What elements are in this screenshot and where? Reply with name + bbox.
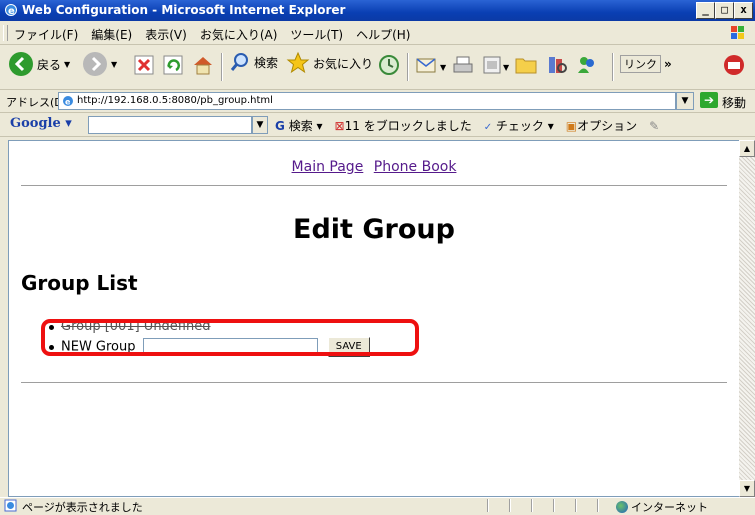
menu-view[interactable]: 表示(V) xyxy=(145,26,187,43)
back-dropdown-icon[interactable]: ▼ xyxy=(64,60,70,69)
ie-logo-icon: e xyxy=(5,4,17,17)
spell-check-button[interactable]: ✓ チェック ▾ xyxy=(484,117,554,134)
address-input[interactable]: e http://192.168.0.5:8080/pb_group.html xyxy=(58,92,676,110)
menu-tools[interactable]: ツール(T) xyxy=(290,26,343,43)
status-bar: ページが表示されました インターネット xyxy=(0,497,755,514)
edit-page-icon[interactable] xyxy=(482,55,502,75)
svg-text:e: e xyxy=(65,98,71,107)
refresh-icon[interactable] xyxy=(163,55,183,75)
menu-help[interactable]: ヘルプ(H) xyxy=(356,26,410,43)
links-label: リンク xyxy=(620,55,661,73)
pencil-icon[interactable]: ✎ xyxy=(649,119,659,133)
toolbar-addon-icon[interactable] xyxy=(722,53,746,77)
internet-globe-icon xyxy=(616,501,628,513)
home-icon[interactable] xyxy=(192,54,214,76)
forward-dropdown-icon[interactable]: ▼ xyxy=(111,60,117,69)
phone-book-link[interactable]: Phone Book xyxy=(374,159,457,175)
bottom-divider xyxy=(21,382,727,383)
windows-flag-icon xyxy=(731,26,744,39)
mail-icon[interactable] xyxy=(415,54,439,76)
address-url: http://192.168.0.5:8080/pb_group.html xyxy=(77,95,273,106)
scroll-down-icon[interactable]: ▼ xyxy=(739,480,755,497)
edit-dropdown-icon[interactable]: ▼ xyxy=(503,63,509,72)
research-icon[interactable] xyxy=(546,54,568,76)
standard-toolbar: 戻る ▼ ▼ 検索 お気に入り ▼ ▼ リンク » xyxy=(0,45,755,90)
page-icon: e xyxy=(63,96,73,107)
print-icon[interactable] xyxy=(452,54,474,76)
go-arrow-icon[interactable]: ➔ xyxy=(700,92,718,108)
back-button[interactable]: 戻る ▼ xyxy=(8,51,70,77)
mail-dropdown-icon[interactable]: ▼ xyxy=(440,63,446,72)
options-button[interactable]: ▣オプション xyxy=(566,117,637,134)
spellcheck-icon: ✓ xyxy=(483,122,493,133)
top-divider xyxy=(21,185,727,186)
page-content: Main Page Phone Book Edit Group Group Li… xyxy=(8,140,740,497)
history-icon[interactable] xyxy=(378,54,400,76)
options-icon: ▣ xyxy=(565,119,578,133)
favorites-button[interactable]: お気に入り xyxy=(286,51,373,75)
menu-favorites[interactable]: お気に入り(A) xyxy=(200,26,278,43)
folder-icon[interactable] xyxy=(515,55,537,75)
search-label: 検索 xyxy=(254,55,279,70)
google-g-icon: G xyxy=(275,119,285,133)
google-dropdown-icon[interactable]: ▼ xyxy=(252,116,268,134)
section-title: Group List xyxy=(21,271,138,295)
address-bar: アドレス(D) e http://192.168.0.5:8080/pb_gro… xyxy=(0,90,755,113)
menu-edit[interactable]: 編集(E) xyxy=(91,26,132,43)
google-toolbar-items: G 検索 ▾ ⊠11 をブロックしました ✓ チェック ▾ ▣オプション ✎ xyxy=(275,117,659,134)
google-logo[interactable]: Google ▾ xyxy=(10,116,72,131)
links-chevron-icon[interactable]: » xyxy=(664,57,672,71)
google-toolbar: Google ▾ ▼ G 検索 ▾ ⊠11 をブロックしました ✓ チェック ▾… xyxy=(0,113,755,137)
back-label: 戻る xyxy=(37,57,62,72)
stop-icon[interactable] xyxy=(134,55,154,75)
messenger-icon[interactable] xyxy=(575,54,599,76)
forward-arrow-icon xyxy=(83,52,107,76)
popup-blocker-button[interactable]: ⊠11 をブロックしました xyxy=(335,117,472,134)
toolbar-grip xyxy=(3,25,8,41)
window-title: Web Configuration - Microsoft Internet E… xyxy=(22,3,346,17)
links-button[interactable]: リンク » xyxy=(620,55,672,73)
maximize-button[interactable]: □ xyxy=(715,2,734,19)
title-bar: e Web Configuration - Microsoft Internet… xyxy=(0,0,755,21)
highlight-box xyxy=(41,319,419,356)
back-arrow-icon xyxy=(9,52,33,76)
close-button[interactable]: x xyxy=(734,2,753,19)
go-label[interactable]: 移動 xyxy=(722,94,746,111)
page-title: Edit Group xyxy=(293,214,455,245)
google-search-input[interactable] xyxy=(88,116,252,134)
menu-bar: ファイル(F) 編集(E) 表示(V) お気に入り(A) ツール(T) ヘルプ(… xyxy=(0,22,755,45)
google-search-button[interactable]: G 検索 ▾ xyxy=(275,117,323,134)
minimize-button[interactable]: _ xyxy=(696,2,715,19)
main-page-link[interactable]: Main Page xyxy=(292,159,364,175)
menu-file[interactable]: ファイル(F) xyxy=(14,26,78,43)
page-done-icon xyxy=(4,499,17,512)
address-dropdown-icon[interactable]: ▼ xyxy=(676,92,694,110)
vertical-scrollbar[interactable]: ▲ ▼ xyxy=(739,140,755,497)
scroll-up-icon[interactable]: ▲ xyxy=(739,140,755,157)
favorites-star-icon xyxy=(286,51,310,74)
search-magnifier-icon xyxy=(230,53,248,71)
menu-items: ファイル(F) 編集(E) 表示(V) お気に入り(A) ツール(T) ヘルプ(… xyxy=(14,26,423,43)
search-button[interactable]: 検索 xyxy=(229,51,278,73)
popup-blocked-icon: ⊠ xyxy=(334,119,345,133)
favorites-label: お気に入り xyxy=(313,56,374,71)
window-controls: _ □ x xyxy=(696,2,753,19)
forward-button[interactable]: ▼ xyxy=(82,51,117,77)
svg-text:e: e xyxy=(8,6,15,17)
page-nav: Main Page Phone Book xyxy=(9,159,739,175)
browser-window: e Web Configuration - Microsoft Internet… xyxy=(0,0,755,514)
